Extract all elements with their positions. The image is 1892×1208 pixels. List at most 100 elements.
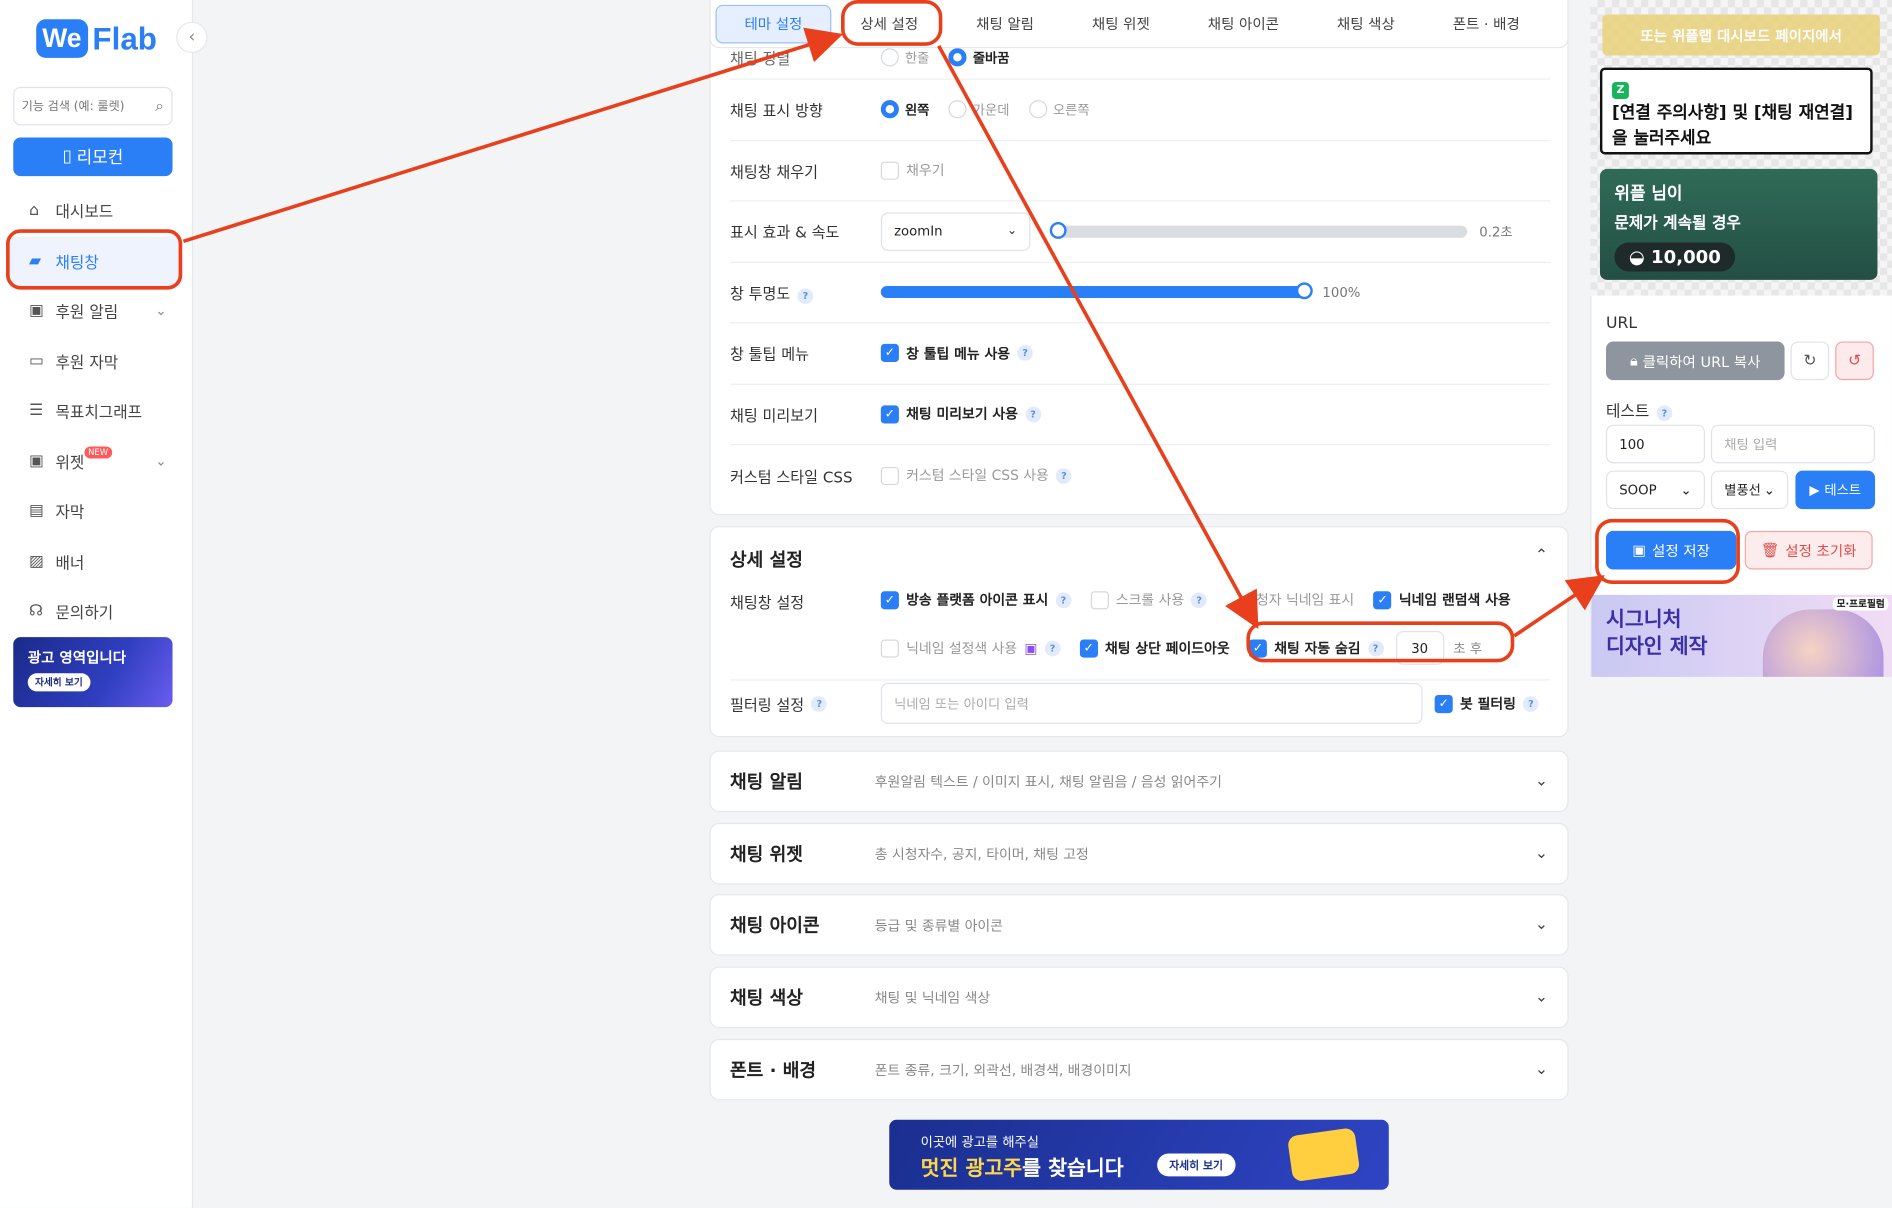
section-title: 채팅 색상 — [729, 986, 803, 1009]
row-label: 채팅창 채우기 — [729, 162, 819, 181]
sidebar-item-contact[interactable]: ☊ 문의하기 — [0, 586, 193, 636]
sidebar-ad-banner[interactable]: 광고 영역입니다 자세히 보기 — [13, 637, 173, 708]
filter-input[interactable]: 닉네임 또는 아이디 입력 — [880, 682, 1423, 724]
checkbox-top-fadeout[interactable]: ✓ 채팅 상단 페이드아웃 — [1079, 638, 1230, 657]
auto-hide-seconds-input[interactable]: 30 — [1395, 631, 1444, 665]
opacity-slider[interactable] — [880, 282, 1313, 300]
row-effect: 표시 효과 & 속도 zoomIn ⌄ 0.2초 — [729, 202, 1551, 263]
tab-chat-icon[interactable]: 채팅 아이콘 — [1179, 4, 1308, 43]
help-icon[interactable]: ? — [1055, 591, 1072, 608]
reset-url-button[interactable]: ↺ — [1835, 341, 1874, 381]
help-icon[interactable]: ? — [1056, 467, 1072, 484]
sidebar-item-widget[interactable]: ▣ 위젯 NEW ⌄ — [0, 436, 193, 486]
help-icon[interactable]: ? — [1367, 640, 1384, 656]
collapse-sidebar-button[interactable]: ‹ — [176, 21, 208, 54]
test-button[interactable]: ▶ 테스트 — [1795, 470, 1876, 510]
checkbox-platform-icon[interactable]: ✓ 방송 플랫폼 아이콘 표시? — [880, 590, 1072, 609]
reset-settings-button[interactable]: 🗑︎ 설정 초기화 — [1744, 530, 1873, 570]
help-icon[interactable]: ? — [1523, 695, 1539, 712]
save-settings-button[interactable]: ▣ 설정 저장 — [1605, 530, 1737, 570]
tab-chat-color[interactable]: 채팅 색상 — [1308, 4, 1424, 43]
settings-tabs: 테마 설정 상세 설정 채팅 알림 채팅 위젯 채팅 아이콘 채팅 색상 폰트 … — [709, 0, 1569, 49]
help-icon[interactable]: ? — [1656, 405, 1673, 422]
weflab-logo[interactable]: We Flab — [36, 17, 157, 60]
section-chat-icon[interactable]: 채팅 아이콘 등급 및 종류별 아이콘 ⌄ — [709, 894, 1569, 956]
help-icon[interactable]: ? — [1191, 591, 1208, 608]
checkbox-label: 창 툴팁 메뉴 사용 — [906, 344, 1011, 362]
logo-flab: Flab — [92, 19, 157, 57]
checkbox-viewer-nickname[interactable]: 시청자 닉네임 표시 — [1228, 590, 1354, 609]
chevron-down-icon: ⌄ — [1763, 482, 1775, 498]
radio-single-line[interactable]: 한줄 — [880, 48, 930, 67]
copy-url-button[interactable]: 🔒︎ 클릭하여 URL 복사 — [1605, 341, 1785, 381]
ad-illustration-icon — [1286, 1127, 1361, 1183]
help-icon[interactable]: ? — [1017, 345, 1033, 362]
row-direction: 채팅 표시 방향 왼쪽 가운데 오른쪽 — [729, 80, 1551, 141]
tab-detail[interactable]: 상세 설정 — [831, 4, 947, 43]
section-chat-alert[interactable]: 채팅 알림 후원알림 텍스트 / 이미지 표시, 채팅 알림음 / 음성 읽어주… — [709, 750, 1569, 813]
sidebar-item-subtitle[interactable]: ▤ 자막 — [0, 486, 193, 536]
feature-search-input[interactable] — [21, 99, 143, 113]
signature-ad-text: 시그니처 디자인 제작 — [1606, 607, 1708, 660]
signature-ad-banner[interactable]: 시그니처 디자인 제작 모·프로필럼 — [1591, 594, 1892, 677]
sidebar-item-donation-caption[interactable]: ▭ 후원 자막 — [0, 336, 193, 386]
platform-icon: Z — [1612, 82, 1629, 99]
sidebar-item-goal-graph[interactable]: ☰ 목표치그래프 — [0, 386, 193, 436]
donation-type-select[interactable]: 별풍선 ⌄ — [1710, 470, 1789, 510]
sidebar-ad-button[interactable]: 자세히 보기 — [27, 673, 91, 692]
speed-slider-handle[interactable] — [1049, 221, 1067, 239]
checkbox-random-color[interactable]: ✓ 닉네임 랜덤색 사용 — [1373, 590, 1511, 609]
radio-center[interactable]: 가운데 — [948, 100, 1009, 119]
tab-font-background[interactable]: 폰트 · 배경 — [1424, 4, 1549, 43]
section-chat-widget[interactable]: 채팅 위젯 총 시청자수, 공지, 타이머, 채팅 고정 ⌄ — [709, 822, 1569, 885]
checkbox-preview[interactable]: ✓ 채팅 미리보기 사용? — [880, 405, 1041, 424]
tab-theme[interactable]: 테마 설정 — [715, 4, 832, 43]
row-label: 창 투명도? — [730, 281, 881, 304]
section-desc: 등급 및 종류별 아이콘 — [874, 916, 1003, 934]
radio-right[interactable]: 오른쪽 — [1028, 100, 1090, 119]
tab-chat-alert[interactable]: 채팅 알림 — [947, 4, 1063, 43]
chevron-up-icon[interactable]: ⌃ — [1535, 547, 1548, 565]
sidebar-item-chat[interactable]: ▰ 채팅창 — [9, 235, 184, 286]
row-preview: 채팅 미리보기 ✓ 채팅 미리보기 사용? — [729, 384, 1551, 446]
refresh-url-button[interactable]: ↻ — [1790, 341, 1830, 381]
platform-select[interactable]: SOOP ⌄ — [1605, 470, 1705, 510]
section-chat-color[interactable]: 채팅 색상 채팅 및 닉네임 색상 ⌄ — [709, 966, 1569, 1029]
radio-label: 한줄 — [904, 50, 930, 66]
chevron-down-icon: ⌄ — [155, 453, 167, 470]
bottom-ad-banner[interactable]: 이곳에 광고를 해주실 멋진 광고주를 찾습니다 자세히 보기 — [889, 1119, 1389, 1190]
checkbox-fill[interactable]: 채우기 — [880, 161, 944, 180]
help-icon[interactable]: ? — [797, 288, 814, 304]
radio-wrap-line[interactable]: 줄바꿈 — [948, 48, 1009, 67]
checkbox-custom-nickname-color[interactable]: 닉네임 설정색 사용 ▣? — [880, 638, 1061, 657]
preview-message: Z [연결 주의사항] 및 [채팅 재연결]을 눌러주세요 — [1599, 67, 1873, 155]
checkbox-scroll[interactable]: 스크롤 사용? — [1090, 590, 1208, 609]
effect-select[interactable]: zoomIn ⌄ — [880, 212, 1031, 251]
radio-left[interactable]: 왼쪽 — [880, 100, 930, 119]
chevron-down-icon: ⌄ — [1680, 482, 1692, 498]
remote-control-button[interactable]: ▯ 리모컨 — [13, 137, 173, 177]
help-icon[interactable]: ? — [1025, 406, 1041, 423]
test-amount-input[interactable]: 100 — [1605, 424, 1705, 464]
test-chat-input[interactable]: 채팅 입력 — [1710, 424, 1876, 464]
sidebar-item-dashboard[interactable]: ⌂ 대시보드 — [0, 186, 193, 236]
search-icon[interactable]: ⌕ — [155, 97, 164, 115]
sidebar-item-donation-alert[interactable]: ▣ 후원 알림 ⌄ — [0, 286, 193, 336]
sidebar-item-label: 문의하기 — [55, 604, 114, 623]
help-icon[interactable]: ? — [1044, 640, 1061, 656]
tab-chat-widget[interactable]: 채팅 위젯 — [1063, 4, 1179, 43]
checkbox-auto-hide[interactable]: ✓ 채팅 자동 숨김? — [1248, 638, 1384, 657]
sidebar-item-banner[interactable]: ▨ 배너 — [0, 536, 193, 586]
section-desc: 총 시청자수, 공지, 타이머, 채팅 고정 — [874, 845, 1089, 863]
help-icon[interactable]: ? — [811, 696, 828, 712]
sidebar-item-label: 목표치그래프 — [55, 404, 143, 423]
section-font-background[interactable]: 폰트 · 배경 폰트 종류, 크기, 외곽선, 배경색, 배경이미지 ⌄ — [709, 1038, 1569, 1101]
checkbox-custom-css[interactable]: 커스텀 스타일 CSS 사용? — [880, 466, 1072, 485]
speed-slider[interactable] — [1049, 221, 1468, 239]
checkbox-tooltip[interactable]: ✓ 창 툴팁 메뉴 사용? — [880, 344, 1033, 363]
checkbox-bot-filter[interactable]: ✓ 봇 필터링? — [1434, 694, 1539, 713]
bottom-ad-button[interactable]: 자세히 보기 — [1157, 1153, 1236, 1177]
radio-label: 왼쪽 — [904, 102, 930, 118]
opacity-slider-handle[interactable] — [1295, 282, 1313, 300]
opacity-slider-fill — [880, 286, 1311, 299]
